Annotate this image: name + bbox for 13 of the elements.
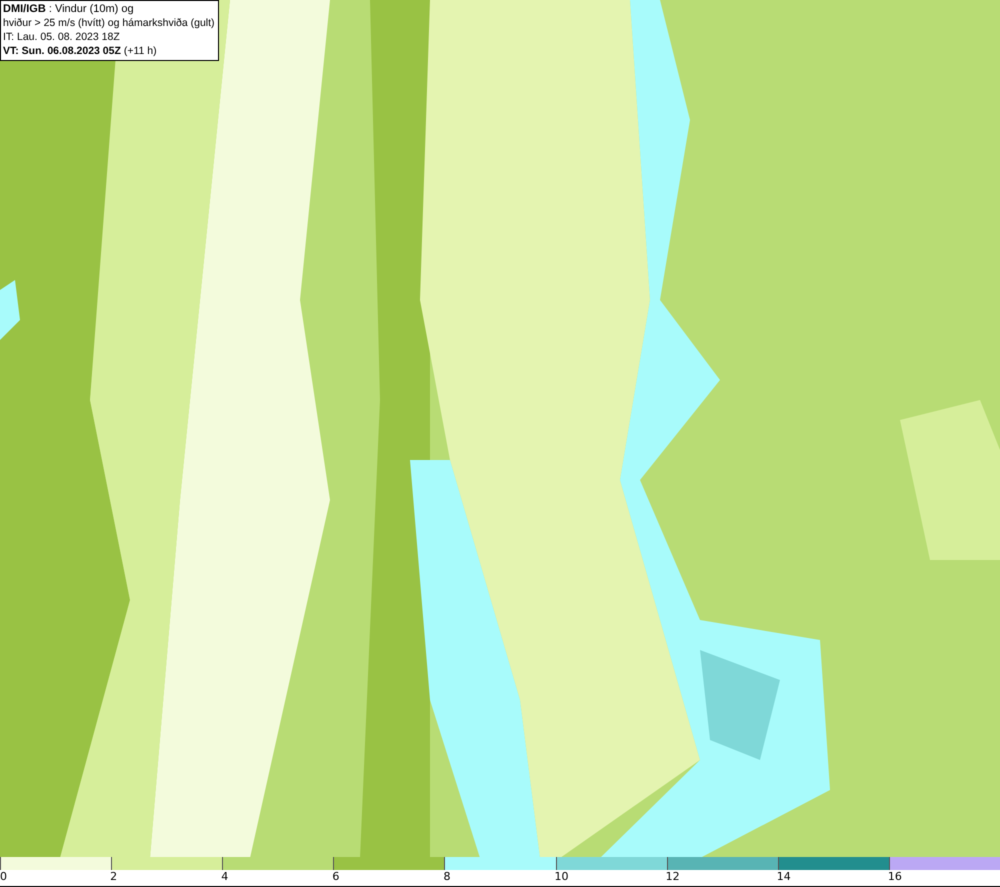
legend-label: 6 xyxy=(332,870,340,884)
title-line: IT: Lau. 05. 08. 2023 18Z xyxy=(3,30,121,44)
title-line: VT: Sun. 06.08.2023 05Z (+11 h) xyxy=(3,44,158,58)
legend-label: 12 xyxy=(666,870,680,884)
title-line: hviður > 25 m/s (hvítt) og hámarkshviða (gult) xyxy=(3,16,215,30)
legend-label: 2 xyxy=(110,870,118,884)
legend-label: 4 xyxy=(221,870,228,884)
legend-label: 10 xyxy=(554,870,569,884)
legend-label: 16 xyxy=(888,870,902,884)
legend-label: 14 xyxy=(776,870,791,884)
legend-label: 0 xyxy=(0,870,7,884)
legend-label: 8 xyxy=(443,870,450,884)
title-line: DMI/IGB : Vindur (10m) og xyxy=(3,2,135,16)
